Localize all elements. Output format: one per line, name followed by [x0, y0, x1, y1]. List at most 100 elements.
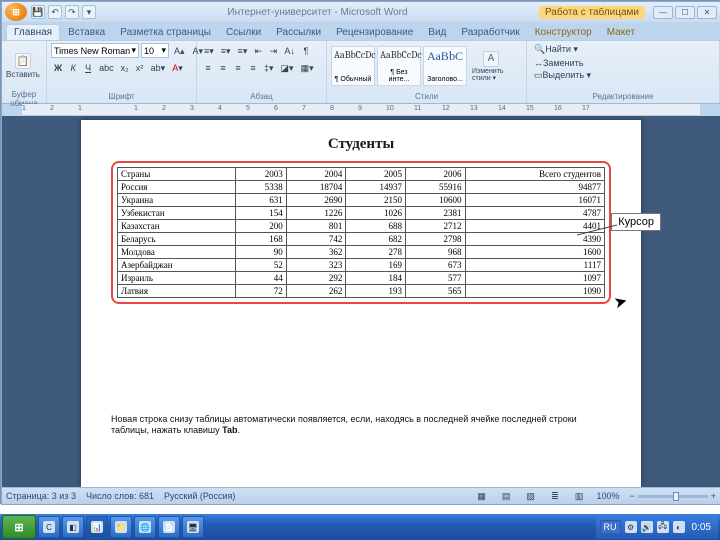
status-page[interactable]: Страница: 3 из 3 [6, 491, 76, 501]
table-cell[interactable]: 193 [346, 285, 406, 298]
table-row[interactable]: Беларусь16874268227984390 [118, 233, 605, 246]
table-row[interactable]: Украина631269021501060016071 [118, 194, 605, 207]
table-row[interactable]: Узбекистан1541226102623814787 [118, 207, 605, 220]
table-cell[interactable]: 18704 [286, 181, 346, 194]
table-cell[interactable]: 184 [346, 272, 406, 285]
borders-button[interactable]: ▦▾ [298, 60, 317, 76]
qat-more-icon[interactable]: ▾ [82, 5, 96, 19]
table-cell[interactable]: 323 [286, 259, 346, 272]
table-cell[interactable]: 362 [286, 246, 346, 259]
table-row[interactable]: Молдова903622789681600 [118, 246, 605, 259]
table-cell[interactable]: 1226 [286, 207, 346, 220]
table-cell[interactable]: 1090 [465, 285, 604, 298]
tab-mailings[interactable]: Рассылки [269, 25, 328, 40]
table-cell[interactable]: 1026 [346, 207, 406, 220]
table-cell[interactable]: Молдова [118, 246, 236, 259]
table-cell[interactable]: 1600 [465, 246, 604, 259]
table-cell[interactable]: Латвия [118, 285, 236, 298]
tab-view[interactable]: Вид [421, 25, 453, 40]
qat-undo-icon[interactable]: ↶ [48, 5, 62, 19]
clock[interactable]: 0:05 [689, 522, 714, 533]
find-button[interactable]: 🔍 Найти ▾ [531, 43, 581, 56]
tab-page-layout[interactable]: Разметка страницы [113, 25, 218, 40]
table-header[interactable]: 2003 [236, 168, 287, 181]
tab-home[interactable]: Главная [6, 24, 60, 40]
table-cell[interactable]: 90 [236, 246, 287, 259]
bullets-button[interactable]: ≡▾ [201, 43, 217, 59]
tab-insert[interactable]: Вставка [61, 25, 112, 40]
style-no-spacing[interactable]: AaBbCcDc ¶ Без инте... [377, 46, 421, 86]
style-normal[interactable]: AaBbCcDc ¶ Обычный [331, 46, 375, 86]
table-cell[interactable]: 52 [236, 259, 287, 272]
indent-inc-button[interactable]: ⇥ [266, 43, 280, 59]
table-cell[interactable]: 565 [405, 285, 465, 298]
view-web-icon[interactable]: ▧ [523, 488, 538, 504]
superscript-button[interactable]: x² [133, 60, 147, 76]
tab-developer[interactable]: Разработчик [454, 25, 526, 40]
table-cell[interactable]: 5338 [236, 181, 287, 194]
taskbar-item[interactable]: ◧ [62, 516, 84, 538]
start-button[interactable]: ⊞ [2, 515, 36, 539]
taskbar-item[interactable]: 📊 [86, 516, 108, 538]
table-cell[interactable]: 10600 [405, 194, 465, 207]
table-cell[interactable]: 44 [236, 272, 287, 285]
font-color-button[interactable]: A▾ [169, 60, 186, 76]
table-cell[interactable]: 631 [236, 194, 287, 207]
table-cell[interactable]: 2381 [405, 207, 465, 220]
view-outline-icon[interactable]: ≣ [548, 488, 562, 504]
office-button[interactable]: ⊞ [5, 3, 27, 21]
tray-icon[interactable]: ⚙ [625, 521, 637, 533]
taskbar-item[interactable]: 🖥 [182, 516, 204, 538]
tray-network-icon[interactable]: 🖧 [657, 521, 669, 533]
table-row[interactable]: Казахстан20080168827124401 [118, 220, 605, 233]
change-styles-button[interactable]: A Изменить стили ▾ [469, 43, 513, 89]
maximize-button[interactable]: ☐ [675, 6, 695, 19]
table-cell[interactable]: Беларусь [118, 233, 236, 246]
underline-button[interactable]: Ч [81, 60, 95, 76]
table-cell[interactable]: Украина [118, 194, 236, 207]
grow-font-icon[interactable]: A▴ [171, 43, 188, 59]
students-table[interactable]: Страны2003200420052006Всего студентов Ро… [117, 167, 605, 298]
taskbar-item[interactable]: C [38, 516, 60, 538]
qat-redo-icon[interactable]: ↷ [65, 5, 79, 19]
table-cell[interactable]: 55916 [405, 181, 465, 194]
table-cell[interactable]: Казахстан [118, 220, 236, 233]
table-cell[interactable]: Россия [118, 181, 236, 194]
select-button[interactable]: ▭ Выделить ▾ [531, 69, 594, 82]
table-cell[interactable]: 688 [346, 220, 406, 233]
table-header[interactable]: Всего студентов [465, 168, 604, 181]
replace-button[interactable]: ↔ Заменить [531, 56, 586, 69]
table-row[interactable]: Россия533818704149375591694877 [118, 181, 605, 194]
show-marks-button[interactable]: ¶ [299, 43, 313, 59]
table-cell[interactable]: 154 [236, 207, 287, 220]
table-header[interactable]: 2006 [405, 168, 465, 181]
table-header[interactable]: 2004 [286, 168, 346, 181]
view-reading-icon[interactable]: ▤ [499, 488, 514, 504]
highlight-button[interactable]: ab▾ [148, 60, 169, 76]
bold-button[interactable]: Ж [51, 60, 65, 76]
table-cell[interactable]: 673 [405, 259, 465, 272]
table-cell[interactable]: 682 [346, 233, 406, 246]
table-cell[interactable]: Узбекистан [118, 207, 236, 220]
numbering-button[interactable]: ≡▾ [218, 43, 234, 59]
zoom-percent[interactable]: 100% [596, 491, 619, 501]
line-spacing-button[interactable]: ‡▾ [261, 60, 277, 76]
table-cell[interactable]: 168 [236, 233, 287, 246]
table-cell[interactable]: 169 [346, 259, 406, 272]
table-header[interactable]: Страны [118, 168, 236, 181]
table-cell[interactable]: 2690 [286, 194, 346, 207]
table-cell[interactable]: 801 [286, 220, 346, 233]
table-cell[interactable]: 14937 [346, 181, 406, 194]
strike-button[interactable]: abc [96, 60, 117, 76]
table-cell[interactable]: 262 [286, 285, 346, 298]
horizontal-ruler[interactable]: 1211234567891011121314151617 [22, 104, 700, 116]
zoom-slider[interactable]: − + [629, 491, 716, 501]
table-header[interactable]: 2005 [346, 168, 406, 181]
table-cell[interactable]: 1097 [465, 272, 604, 285]
view-draft-icon[interactable]: ▥ [572, 488, 587, 504]
font-family-combo[interactable]: Times New Roman▾ [51, 43, 139, 58]
table-cell[interactable]: 1117 [465, 259, 604, 272]
align-center-button[interactable]: ≡ [216, 60, 230, 76]
table-cell[interactable]: 4787 [465, 207, 604, 220]
indent-dec-button[interactable]: ⇤ [251, 43, 265, 59]
